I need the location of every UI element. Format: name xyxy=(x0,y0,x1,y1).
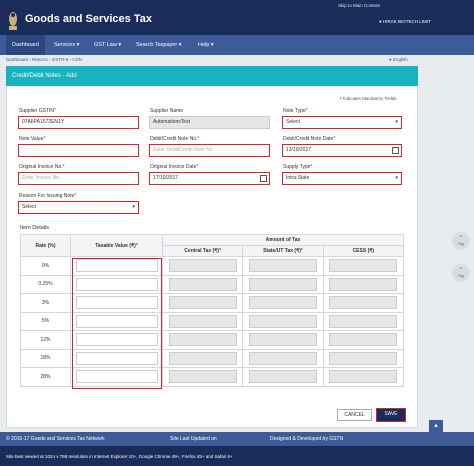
user-menu[interactable]: ● HIRAK BIOTECH LIMIT xyxy=(379,19,431,24)
note-type-select[interactable]: Select ▾ xyxy=(282,116,402,129)
page-title: Credit/Debit Notes - Add xyxy=(12,73,77,79)
chevron-down-icon: ▾ xyxy=(132,204,135,210)
state-tax-input xyxy=(248,333,317,347)
orig-invoice-no-label: Original Invoice No.* xyxy=(19,164,65,170)
rate-cell: 18% xyxy=(20,348,71,368)
cess-input xyxy=(329,333,398,347)
nav-gst-law[interactable]: GST Law ▾ xyxy=(88,35,127,55)
state-tax-input xyxy=(248,259,317,273)
item-details-title: Item Details xyxy=(20,225,50,231)
central-tax-input xyxy=(168,370,237,384)
orig-invoice-date-label: Original Invoice Date* xyxy=(150,164,199,170)
state-tax-input xyxy=(248,314,317,328)
central-tax-input xyxy=(168,351,237,365)
supplier-name-label: Supplier Name xyxy=(150,108,184,114)
national-emblem-icon xyxy=(7,10,19,32)
skip-link[interactable]: Skip to Main Content xyxy=(338,3,380,8)
language-selector[interactable]: ● English xyxy=(389,57,408,62)
central-tax-input xyxy=(168,333,237,347)
chevron-down-icon: ▾ xyxy=(395,119,398,125)
rate-cell: 3% xyxy=(20,293,71,313)
header-central-tax: Central Tax (₹)* xyxy=(161,245,244,257)
nav-help[interactable]: Help ▾ xyxy=(192,35,220,55)
back-to-top-button[interactable]: ^ Top xyxy=(452,232,470,250)
cess-input xyxy=(329,314,398,328)
calendar-icon[interactable] xyxy=(260,175,267,182)
state-tax-input xyxy=(248,351,317,365)
footer-developed: Designed & Developed by GSTN xyxy=(270,436,344,442)
header-taxable-value: Taxable Value (₹)* xyxy=(70,234,163,257)
reason-select[interactable]: Select ▾ xyxy=(18,201,139,214)
note-no-field[interactable]: Enter Debit/Credit Note No. xyxy=(149,144,270,157)
rate-cell: 0.25% xyxy=(20,274,71,294)
rate-cell: 28% xyxy=(20,367,71,387)
user-name: HIRAK BIOTECH LIMIT xyxy=(382,19,431,24)
breadcrumb[interactable]: Dashboard › Returns › GSTR-6 › CDN xyxy=(6,57,82,62)
reason-label: Reason For Issuing Note* xyxy=(19,193,77,199)
browser-note: Site best viewed at 1024 x 768 resolutio… xyxy=(6,454,233,459)
note-type-label: Note Type* xyxy=(283,108,308,114)
rate-cell: 5% xyxy=(20,311,71,331)
header-amount-of-tax: Amount of Tax xyxy=(162,234,404,246)
scroll-up-icon[interactable]: ▴ xyxy=(429,420,443,432)
chevron-up-icon: ^ xyxy=(459,235,463,241)
save-button[interactable]: SAVE xyxy=(376,408,406,422)
cess-input xyxy=(329,370,398,384)
app-title: Goods and Services Tax xyxy=(25,13,152,25)
cess-input xyxy=(329,351,398,365)
central-tax-input xyxy=(168,277,237,291)
cess-input xyxy=(329,259,398,273)
supply-type-label: Supply Type* xyxy=(283,164,313,170)
header-state-tax: State/UT Tax (₹)* xyxy=(242,245,324,257)
supplier-gstin-label: Supplier GSTIN* xyxy=(19,108,56,114)
note-date-field[interactable]: 13/10/2017 xyxy=(282,144,402,157)
central-tax-input xyxy=(168,259,237,273)
cancel-button[interactable]: CANCEL xyxy=(337,409,372,421)
mandatory-note: • Indicates Mandatory Fields xyxy=(340,96,397,101)
state-tax-input xyxy=(248,296,317,310)
header-cess: CESS (₹) xyxy=(322,245,405,257)
nav-services[interactable]: Services ▾ xyxy=(48,35,85,55)
calendar-icon[interactable] xyxy=(392,147,399,154)
note-value-field[interactable] xyxy=(18,144,139,157)
central-tax-input xyxy=(168,314,237,328)
orig-invoice-date-field[interactable]: 17/10/2017 xyxy=(149,172,270,185)
chevron-up-icon: ^ xyxy=(459,267,463,273)
back-to-top-button[interactable]: ^ Top xyxy=(452,264,470,282)
chevron-down-icon: ▾ xyxy=(395,175,398,181)
central-tax-input xyxy=(168,296,237,310)
footer-updated: Site Last Updated on xyxy=(170,436,217,442)
taxable-value-highlight xyxy=(72,258,162,389)
supply-type-select[interactable]: Intra-State ▾ xyxy=(282,172,402,185)
header-rate: Rate (%) xyxy=(20,234,71,257)
note-date-label: Debit/Credit Note Date* xyxy=(283,136,336,142)
nav-dashboard[interactable]: Dashboard xyxy=(6,35,45,55)
nav-search-taxpayer[interactable]: Search Taxpayer ▾ xyxy=(130,35,187,55)
cess-input xyxy=(329,296,398,310)
note-value-label: Note Value* xyxy=(19,136,46,142)
state-tax-input xyxy=(248,370,317,384)
cess-input xyxy=(329,277,398,291)
note-no-label: Debit/Credit Note No.* xyxy=(150,136,200,142)
rate-cell: 0% xyxy=(20,256,71,276)
orig-invoice-no-field[interactable]: Enter Invoice No. xyxy=(18,172,139,185)
state-tax-input xyxy=(248,277,317,291)
supplier-name-field: AutomationsTest xyxy=(149,116,270,129)
footer-copyright: © 2016-17 Goods and Services Tax Network xyxy=(6,436,105,442)
rate-cell: 12% xyxy=(20,330,71,350)
supplier-gstin-field[interactable]: 07AIIPA1572EN1Y xyxy=(18,116,139,129)
